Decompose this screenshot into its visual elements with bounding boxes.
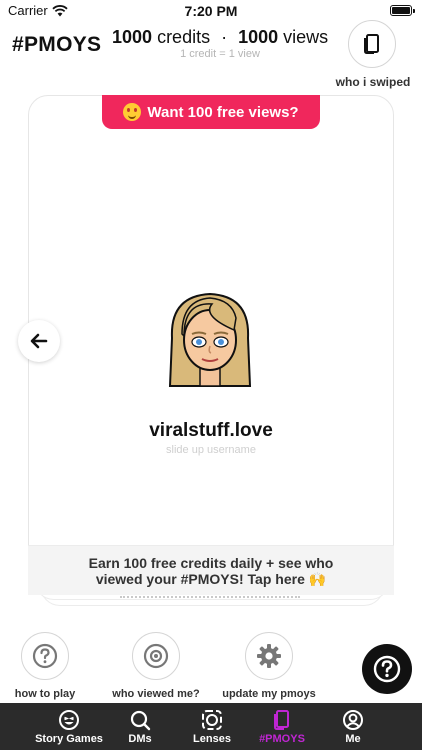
bitmoji-avatar xyxy=(168,292,252,387)
tab-story-games[interactable]: Story Games xyxy=(30,703,108,750)
how-to-play-button[interactable] xyxy=(21,632,69,680)
cards-icon xyxy=(364,34,379,54)
status-bar: Carrier 7:20 PM xyxy=(0,0,422,22)
tab-lenses[interactable]: Lenses xyxy=(184,703,240,750)
tab-me[interactable]: Me xyxy=(330,703,376,750)
card-username: viralstuff.love xyxy=(149,420,273,441)
earn-credits-banner[interactable]: Earn 100 free credits daily + see who vi… xyxy=(28,545,394,595)
arrow-left-icon xyxy=(30,333,48,349)
help-button[interactable] xyxy=(362,644,412,694)
earn-credits-text: Earn 100 free credits daily + see who vi… xyxy=(88,555,334,587)
profile-icon xyxy=(343,710,363,730)
tab-dms-label: DMs xyxy=(128,733,152,745)
how-to-play-label: how to play xyxy=(14,688,76,700)
free-views-button[interactable]: Want 100 free views? xyxy=(102,95,320,129)
free-views-label: Want 100 free views? xyxy=(147,103,299,121)
who-viewed-me-label: who viewed me? xyxy=(112,688,200,700)
cards-icon xyxy=(274,710,289,730)
credit-rate-note: 1 credit = 1 view xyxy=(180,48,260,60)
eye-icon xyxy=(143,643,169,669)
views-word: views xyxy=(283,27,329,47)
lens-icon xyxy=(202,710,222,730)
views-count: 1000 xyxy=(238,27,279,47)
help-question-icon xyxy=(373,655,401,683)
tab-dms[interactable]: DMs xyxy=(116,703,164,750)
credits-count: 1000 xyxy=(112,27,153,47)
separator: · xyxy=(221,27,228,47)
credits-word: credits xyxy=(157,27,211,47)
update-my-pmoys-button[interactable] xyxy=(245,632,293,680)
back-button[interactable] xyxy=(18,320,60,362)
brand-title: #PMOYS xyxy=(12,33,102,56)
earn-banner-ghost xyxy=(120,592,300,598)
gear-icon xyxy=(257,644,281,668)
tab-me-label: Me xyxy=(345,733,361,745)
update-my-pmoys-label: update my pmoys xyxy=(222,688,316,700)
star-eyes-emoji-icon xyxy=(123,103,142,121)
who-i-swiped-label: who i swiped xyxy=(335,75,411,89)
who-viewed-me-button[interactable] xyxy=(132,632,180,680)
smiley-icon xyxy=(59,710,79,730)
tab-pmoys[interactable]: #PMOYS xyxy=(252,703,312,750)
battery-icon xyxy=(390,5,415,16)
status-time: 7:20 PM xyxy=(184,3,238,19)
credits-summary: 1000 credits · 1000 views xyxy=(112,27,328,48)
search-icon xyxy=(130,710,151,731)
question-icon xyxy=(32,643,58,669)
tab-lenses-label: Lenses xyxy=(193,733,231,745)
username-hint: slide up username xyxy=(166,444,256,456)
tab-bar: Story Games DMs Lenses #PMOYS Me xyxy=(0,703,422,750)
tab-story-games-label: Story Games xyxy=(35,733,103,745)
who-i-swiped-button[interactable] xyxy=(348,20,396,68)
tab-pmoys-label: #PMOYS xyxy=(259,733,305,745)
